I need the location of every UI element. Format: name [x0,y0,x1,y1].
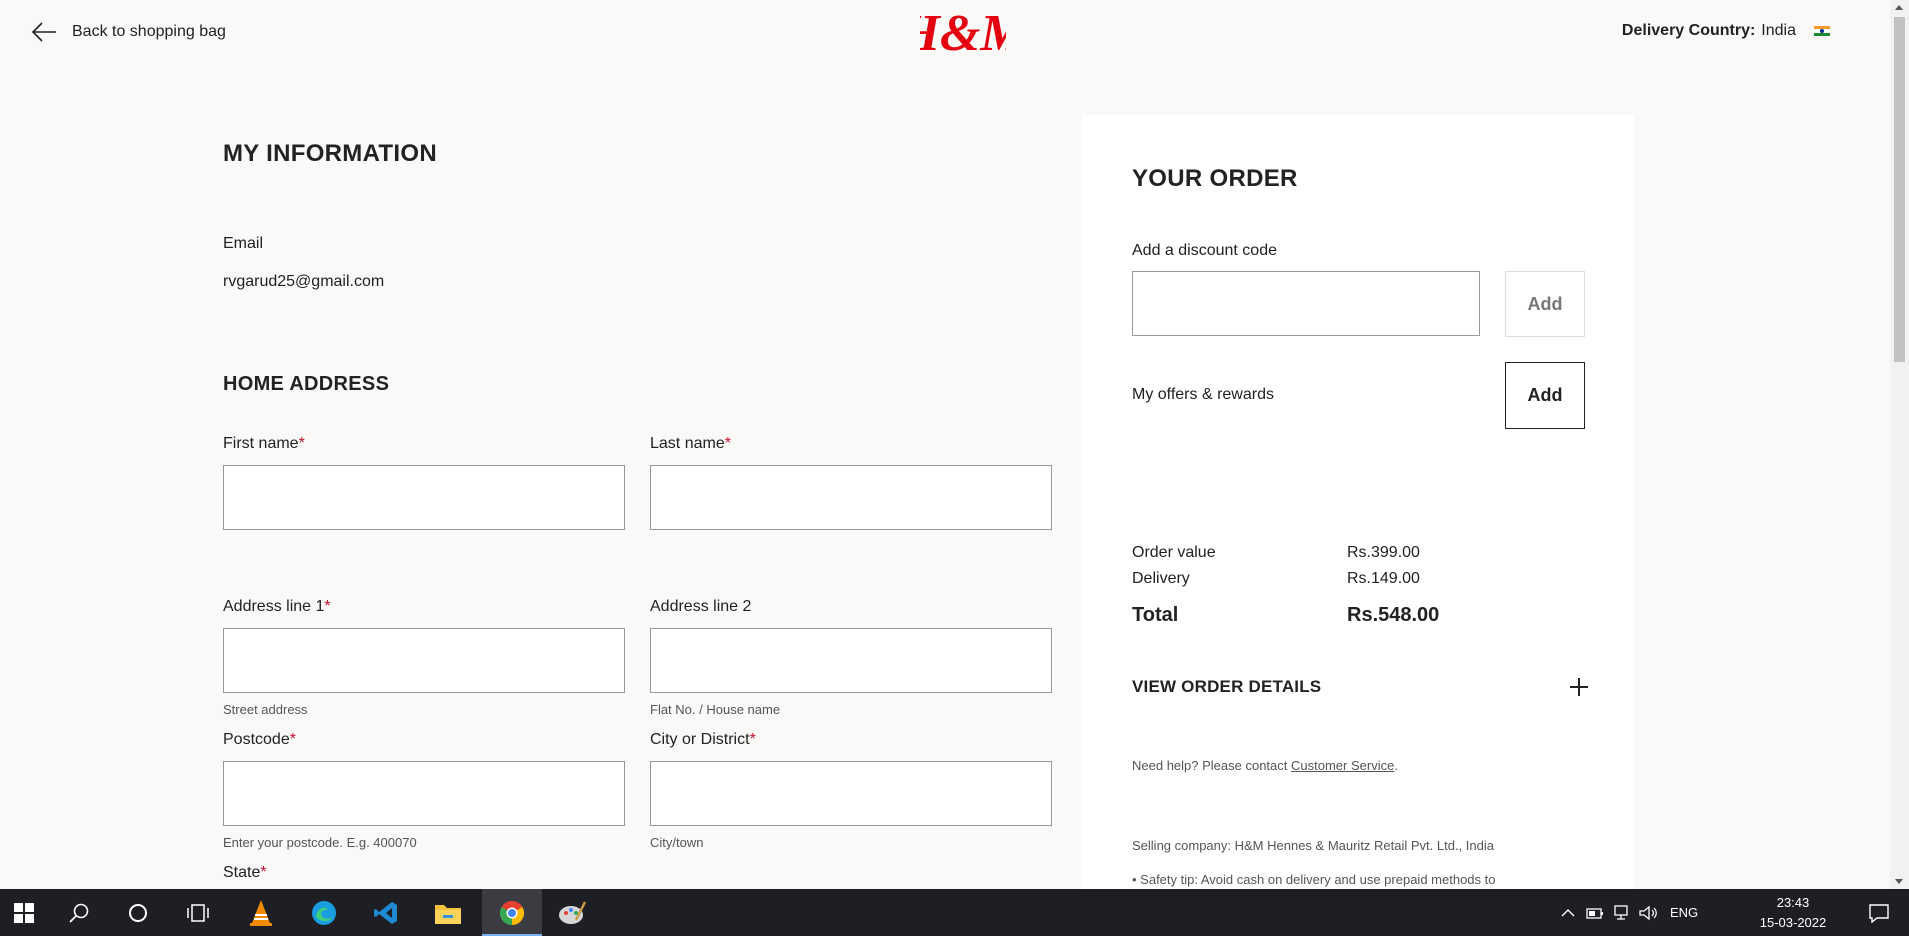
add-discount-button[interactable]: Add [1505,271,1585,337]
volume-icon[interactable] [1638,905,1658,921]
email-value: rvgarud25@gmail.com [223,273,385,290]
scroll-up-arrow-icon[interactable] [1895,5,1903,10]
order-value-label: Order value [1132,544,1216,561]
total-row: Total Rs.548.00 [1132,604,1439,627]
postcode-input[interactable] [223,761,625,826]
windows-taskbar: ENG 23:43 15-03-2022 [0,889,1909,936]
taskbar-clock[interactable]: 23:43 15-03-2022 [1753,893,1833,933]
file-explorer-icon[interactable] [424,889,472,936]
last-name-label: Last name [650,435,725,452]
vscode-icon[interactable] [362,889,410,936]
task-view-icon[interactable] [174,889,222,936]
my-information-title: MY INFORMATION [223,140,437,167]
home-address-title: HOME ADDRESS [223,373,390,395]
cortana-icon[interactable] [114,889,162,936]
search-icon[interactable] [55,889,103,936]
last-name-field: Last name* [650,435,1052,530]
order-value-row: Order value Rs.399.00 [1132,544,1420,562]
address-line1-input[interactable] [223,628,625,693]
chevron-up-icon[interactable] [1560,905,1576,921]
view-order-details-toggle[interactable]: VIEW ORDER DETAILS [1132,677,1588,697]
postcode-field: Postcode* Enter your postcode. E.g. 4000… [223,731,625,850]
postcode-hint: Enter your postcode. E.g. 400070 [223,835,417,850]
first-name-label: First name [223,435,299,452]
page-scrollbar[interactable] [1890,0,1909,889]
city-field: City or District* City/town [650,731,1052,850]
svg-text:H&M: H&M [920,5,1006,62]
chrome-browser-icon[interactable] [482,889,542,936]
first-name-field: First name* [223,435,625,530]
address-line2-hint: Flat No. / House name [650,702,781,717]
total-amount: Rs.548.00 [1347,604,1440,626]
discount-label: Add a discount code [1132,242,1277,259]
clock-time: 23:43 [1776,895,1810,910]
customer-service-link[interactable]: Customer Service [1291,758,1394,773]
offers-label: My offers & rewards [1132,386,1274,403]
notifications-icon[interactable] [1855,889,1903,936]
address-line1-label: Address line 1 [223,598,325,615]
city-hint: City/town [650,835,704,850]
email-label: Email [223,235,264,252]
safety-tip-text: • Safety tip: Avoid cash on delivery and… [1132,872,1496,887]
country-label: Delivery Country: [1621,22,1756,39]
total-label: Total [1132,604,1179,626]
paint-app-icon[interactable] [548,889,596,936]
vlc-icon[interactable] [237,889,285,936]
edge-browser-icon[interactable] [300,889,348,936]
scroll-thumb[interactable] [1894,17,1905,362]
discount-code-input[interactable] [1132,271,1480,336]
state-field: State* [223,864,267,881]
system-tray: ENG [1560,889,1698,936]
first-name-input[interactable] [223,465,625,530]
windows-start-icon[interactable] [0,889,48,936]
back-label: Back to shopping bag [72,23,226,40]
delivery-row: Delivery Rs.149.00 [1132,570,1420,588]
delivery-country[interactable]: Delivery Country: India [1622,22,1830,40]
address-line2-label: Address line 2 [650,598,752,615]
city-input[interactable] [650,761,1052,826]
delivery-amount: Rs.149.00 [1347,570,1420,587]
address-line2-field: Address line 2 Flat No. / House name [650,598,1052,717]
help-text: Need help? Please contact Customer Servi… [1132,758,1398,773]
scroll-down-arrow-icon[interactable] [1895,879,1903,884]
hm-logo[interactable]: H&M [920,2,1006,64]
order-summary-panel: YOUR ORDER Add a discount code Add My of… [1082,115,1634,890]
plus-icon [1570,678,1588,696]
network-icon[interactable] [1612,904,1630,921]
arrow-left-icon [31,22,56,42]
postcode-label: Postcode [223,731,290,748]
india-flag-icon [1814,25,1830,37]
last-name-input[interactable] [650,465,1052,530]
battery-icon[interactable] [1586,906,1604,920]
order-value-amount: Rs.399.00 [1347,544,1420,561]
selling-company-text: Selling company: H&M Hennes & Mauritz Re… [1132,838,1494,853]
checkout-form: MY INFORMATION Email rvgarud25@gmail.com… [223,140,1053,881]
country-value: India [1761,22,1796,39]
back-to-bag-link[interactable]: Back to shopping bag [30,20,226,44]
address-line1-field: Address line 1* Street address [223,598,625,717]
address-line2-input[interactable] [650,628,1052,693]
clock-date: 15-03-2022 [1759,915,1827,930]
state-label: State [223,864,261,881]
delivery-label: Delivery [1132,570,1190,587]
header: Back to shopping bag H&M Delivery Countr… [0,0,1890,70]
address-line1-hint: Street address [223,702,308,717]
your-order-title: YOUR ORDER [1132,165,1298,192]
add-offers-button[interactable]: Add [1505,362,1585,429]
city-label: City or District [650,731,750,748]
view-order-details-label: VIEW ORDER DETAILS [1132,677,1322,696]
language-indicator[interactable]: ENG [1670,905,1698,920]
